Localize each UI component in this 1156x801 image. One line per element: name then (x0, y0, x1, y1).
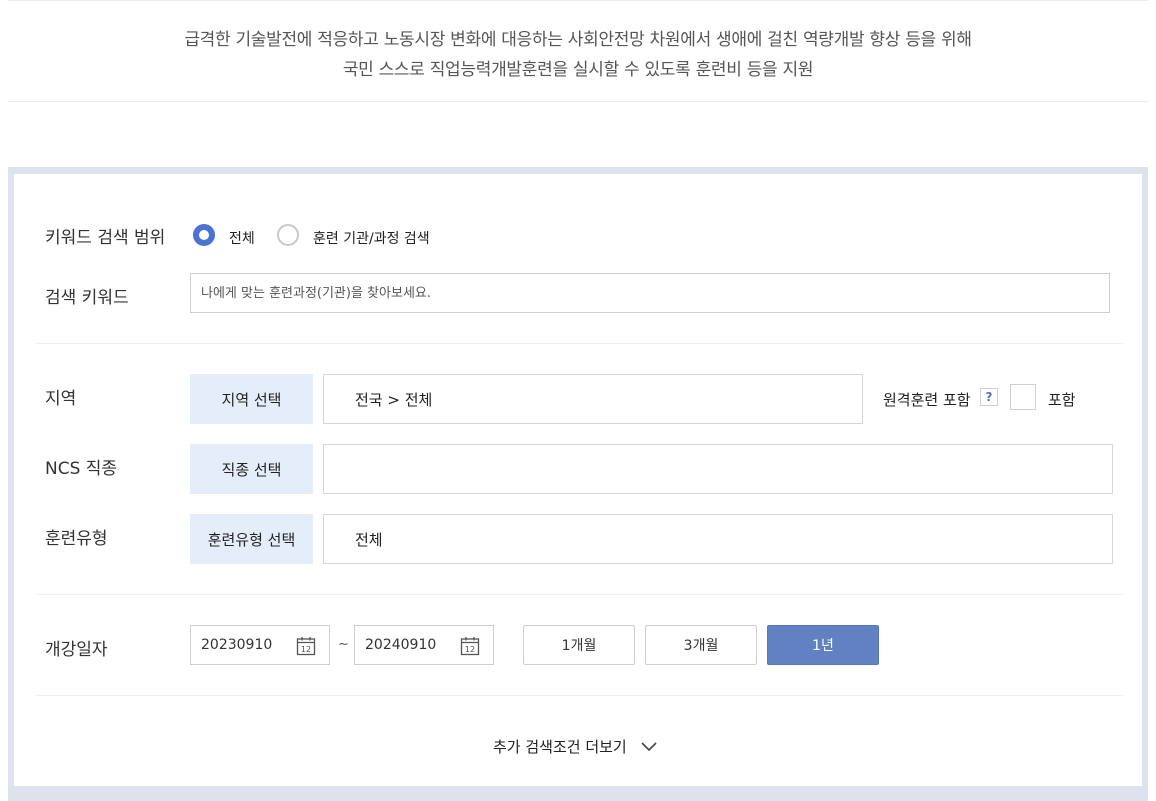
radio-all[interactable] (193, 224, 215, 246)
intro-text-line-1: 급격한 기술발전에 적응하고 노동시장 변화에 대응하는 사회안전망 차원에서 … (184, 30, 972, 50)
region-value-box[interactable]: 전국 > 전체 (323, 374, 863, 424)
calendar-icon[interactable]: 12 (460, 636, 480, 656)
radio-institution-course-label[interactable]: 훈련 기관/과정 검색 (313, 228, 430, 248)
training-type-select-button[interactable]: 훈련유형 선택 (190, 514, 313, 564)
start-date-label: 개강일자 (45, 640, 108, 660)
period-3-month-button[interactable]: 3개월 (645, 625, 757, 665)
calendar-day-text: 12 (301, 645, 311, 654)
intro-text-line-2: 국민 스스로 직업능력개발훈련을 실시할 수 있도록 훈련비 등을 지원 (342, 60, 814, 80)
region-select-button[interactable]: 지역 선택 (190, 374, 313, 424)
region-label: 지역 (45, 389, 77, 409)
training-type-label: 훈련유형 (45, 529, 108, 549)
divider (36, 594, 1123, 595)
ncs-label: NCS 직종 (45, 459, 118, 479)
help-icon[interactable]: ? (980, 388, 998, 406)
ncs-value-box[interactable] (323, 444, 1113, 494)
radio-all-label[interactable]: 전체 (229, 228, 255, 248)
keyword-search-input[interactable] (190, 273, 1110, 313)
training-type-value-box[interactable]: 전체 (323, 514, 1113, 564)
include-remote-checkbox[interactable] (1010, 384, 1036, 410)
period-1-month-button[interactable]: 1개월 (523, 625, 635, 665)
start-date-value: 20230910 (201, 637, 273, 653)
divider (36, 343, 1123, 344)
intro-banner: 급격한 기술발전에 적응하고 노동시장 변화에 대응하는 사회안전망 차원에서 … (8, 0, 1148, 102)
date-range-separator: ~ (338, 637, 349, 652)
period-1-year-button[interactable]: 1년 (767, 625, 879, 665)
divider (36, 695, 1123, 696)
scope-label: 키워드 검색 범위 (45, 228, 166, 248)
keyword-label: 검색 키워드 (45, 288, 129, 308)
radio-institution-course[interactable] (277, 224, 299, 246)
calendar-day-text: 12 (465, 645, 475, 654)
calendar-icon[interactable]: 12 (296, 636, 316, 656)
chevron-down-icon (641, 741, 657, 751)
more-search-options-label: 추가 검색조건 더보기 (493, 738, 627, 756)
remote-training-label: 원격훈련 포함 (883, 391, 971, 409)
start-date-input[interactable]: 20230910 12 (190, 625, 330, 665)
end-date-value: 20240910 (365, 637, 437, 653)
more-search-options-toggle[interactable]: 추가 검색조건 더보기 (493, 736, 657, 757)
ncs-select-button[interactable]: 직종 선택 (190, 444, 313, 494)
end-date-input[interactable]: 20240910 12 (354, 625, 494, 665)
include-remote-checkbox-label[interactable]: 포함 (1048, 389, 1076, 410)
